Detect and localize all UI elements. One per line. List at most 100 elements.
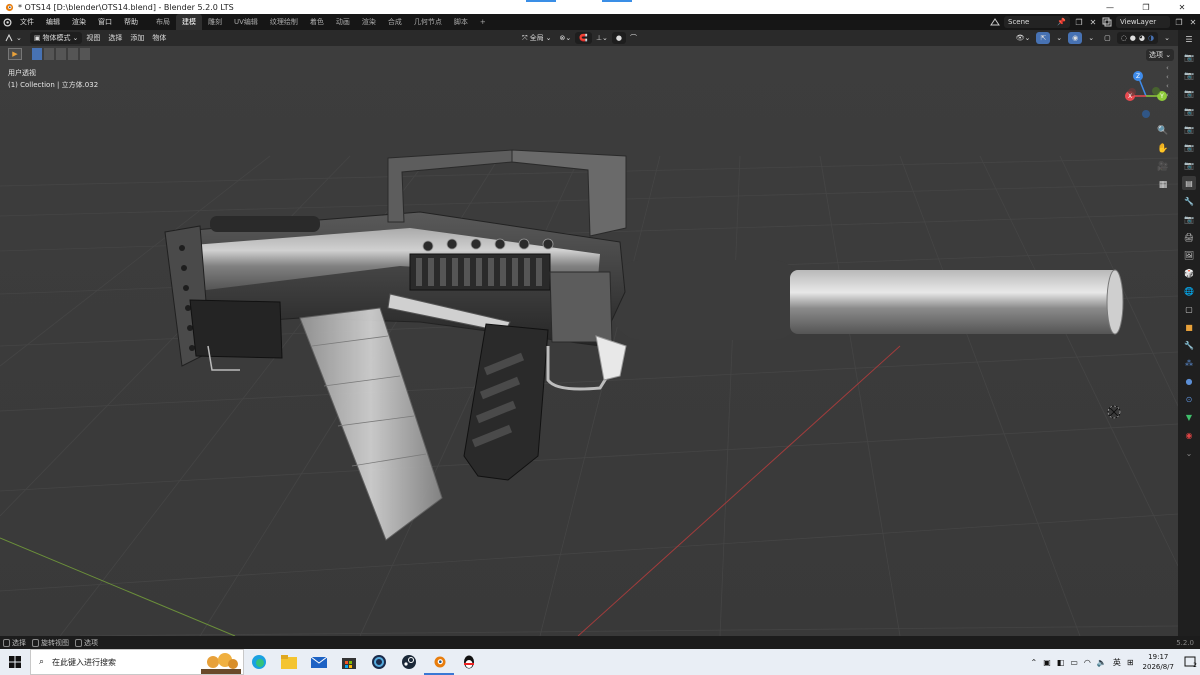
camera-visibility-icon[interactable]: 📷 (1182, 68, 1196, 82)
input-method-icon[interactable]: ⊞ (1127, 658, 1134, 667)
properties-editor-icon[interactable]: ▤ (1182, 176, 1196, 190)
camera-visibility-icon[interactable]: 📷 (1182, 158, 1196, 172)
proportional-edit-toggle[interactable]: ● (611, 32, 627, 44)
visibility-selector-button[interactable]: 👁⌄ (1012, 32, 1035, 44)
network-icon[interactable]: ▭ (1070, 658, 1078, 667)
mail-app-icon[interactable] (304, 649, 334, 675)
new-view-layer-icon[interactable]: ❐ (1173, 16, 1185, 28)
gizmo-options-button[interactable]: ⌄ (1052, 32, 1066, 44)
select-tool-icon[interactable]: ▶ (8, 48, 22, 60)
camera-visibility-icon[interactable]: 📷 (1182, 122, 1196, 136)
tool-settings-icon[interactable]: 🔧 (1182, 194, 1196, 208)
select-intersect-icon[interactable] (80, 48, 90, 60)
delete-view-layer-icon[interactable]: ✕ (1187, 16, 1199, 28)
transform-orientation-selector[interactable]: ⤧ 全局 ⌄ (518, 32, 555, 44)
add-workspace-button[interactable]: + (474, 14, 492, 30)
taskbar-search-box[interactable]: ⌕ 在此键入进行搜索 (30, 649, 244, 675)
proportional-falloff-button[interactable]: ⌒ (626, 32, 641, 44)
gizmo-toggle[interactable]: ⇱ (1036, 32, 1051, 44)
scene-icon[interactable] (989, 16, 1001, 28)
steam-app-icon[interactable] (394, 649, 424, 675)
tab-shading[interactable]: 着色 (304, 14, 330, 30)
blender-app-icon[interactable] (424, 649, 454, 675)
render-properties-icon[interactable]: 📷 (1182, 212, 1196, 226)
output-properties-icon[interactable]: 🖨 (1182, 230, 1196, 244)
camera-visibility-icon[interactable]: 📷 (1182, 104, 1196, 118)
particles-properties-icon[interactable]: ⁂ (1182, 356, 1196, 370)
collection-properties-icon[interactable]: ▢ (1182, 302, 1196, 316)
shading-options-button[interactable]: ⌄ (1160, 32, 1174, 44)
edge-app-icon[interactable] (244, 649, 274, 675)
view-layer-properties-icon[interactable]: 🖼 (1182, 248, 1196, 262)
constraints-properties-icon[interactable]: ⊙ (1182, 392, 1196, 406)
editor-type-button[interactable]: ⌄ (0, 32, 26, 44)
material-properties-icon[interactable]: ◉ (1182, 428, 1196, 442)
tab-animation[interactable]: 动画 (330, 14, 356, 30)
select-invert-icon[interactable] (68, 48, 78, 60)
physics-properties-icon[interactable]: ● (1182, 374, 1196, 388)
select-new-icon[interactable] (32, 48, 42, 60)
browser-app-icon[interactable] (364, 649, 394, 675)
new-scene-icon[interactable]: ❐ (1073, 16, 1085, 28)
chevron-left-icon[interactable]: ‹ (1166, 82, 1169, 90)
chevron-up-icon[interactable]: ⌃ (1031, 658, 1038, 667)
menu-file[interactable]: 文件 (14, 14, 40, 30)
tray-app-icon[interactable]: ▣ (1043, 658, 1051, 667)
qq-app-icon[interactable] (454, 649, 484, 675)
input-method-indicator[interactable]: 英 (1113, 657, 1121, 668)
perspective-grid-icon[interactable]: ▦ (1156, 178, 1170, 192)
store-app-icon[interactable] (334, 649, 364, 675)
blender-menu-icon[interactable] (1, 16, 13, 28)
xray-toggle[interactable]: ▢ (1100, 32, 1115, 44)
material-shading-icon[interactable]: ◕ (1139, 32, 1145, 44)
select-subtract-icon[interactable] (56, 48, 66, 60)
tab-compositing[interactable]: 合成 (382, 14, 408, 30)
mode-selector[interactable]: ▣ 物体模式 ⌄ (29, 32, 83, 44)
snap-toggle[interactable]: 🧲 (575, 32, 592, 44)
menu-view[interactable]: 视图 (82, 32, 104, 44)
windows-start-button[interactable] (0, 649, 30, 675)
world-properties-icon[interactable]: 🌐 (1182, 284, 1196, 298)
menu-add[interactable]: 添加 (126, 32, 148, 44)
view-layer-selector[interactable]: ViewLayer (1116, 16, 1170, 28)
tab-uv-editing[interactable]: UV编辑 (228, 14, 264, 30)
menu-render[interactable]: 渲染 (66, 14, 92, 30)
chevron-left-icon[interactable]: ‹ (1166, 64, 1169, 72)
solid-shading-icon[interactable]: ● (1130, 32, 1136, 44)
tab-layout[interactable]: 布局 (150, 14, 176, 30)
outliner-icon[interactable]: ☰ (1182, 32, 1196, 46)
delete-scene-icon[interactable]: ✕ (1087, 16, 1099, 28)
overlay-toggle[interactable]: ◉ (1068, 32, 1083, 44)
pan-hand-icon[interactable]: ✋ (1156, 142, 1170, 156)
wireframe-shading-icon[interactable]: ◌ (1121, 32, 1127, 44)
overlay-options-button[interactable]: ⌄ (1084, 32, 1098, 44)
menu-edit[interactable]: 编辑 (40, 14, 66, 30)
notification-center-button[interactable]: 2 (1180, 649, 1200, 675)
chevron-left-icon[interactable]: ‹ (1166, 91, 1169, 99)
object-properties-icon[interactable]: ■ (1182, 320, 1196, 334)
3d-viewport[interactable]: Z Y X ▶ 用户透视 (1) Collection | 立方体.032 选项… (0, 46, 1178, 636)
camera-visibility-icon[interactable]: 📷 (1182, 50, 1196, 64)
menu-window[interactable]: 窗口 (92, 14, 118, 30)
snap-target-button[interactable]: ⊥⌄ (592, 32, 612, 44)
clock[interactable]: 19:17 2026/8/7 (1143, 652, 1174, 672)
pin-icon[interactable]: 📌 (1057, 16, 1066, 28)
zoom-icon[interactable]: 🔍 (1156, 124, 1170, 138)
tray-app-icon[interactable]: ◧ (1057, 658, 1065, 667)
camera-view-icon[interactable]: 🎥 (1156, 160, 1170, 174)
tab-rendering[interactable]: 渲染 (356, 14, 382, 30)
menu-help[interactable]: 帮助 (118, 14, 144, 30)
tab-scripting[interactable]: 脚本 (448, 14, 474, 30)
tab-sculpting[interactable]: 雕刻 (202, 14, 228, 30)
select-extend-icon[interactable] (44, 48, 54, 60)
camera-visibility-icon[interactable]: 📷 (1182, 86, 1196, 100)
maximize-button[interactable]: ❐ (1128, 0, 1164, 14)
rendered-shading-icon[interactable]: ◑ (1148, 32, 1154, 44)
camera-visibility-icon[interactable]: 📷 (1182, 140, 1196, 154)
minimize-button[interactable]: — (1092, 0, 1128, 14)
volume-icon[interactable]: 🔈 (1097, 658, 1107, 667)
chevron-down-icon[interactable]: ⌄ (1182, 446, 1196, 460)
tab-modeling[interactable]: 建模 (176, 14, 202, 30)
chevron-left-icon[interactable]: ‹ (1166, 73, 1169, 81)
scene-selector[interactable]: Scene 📌 (1004, 16, 1070, 28)
